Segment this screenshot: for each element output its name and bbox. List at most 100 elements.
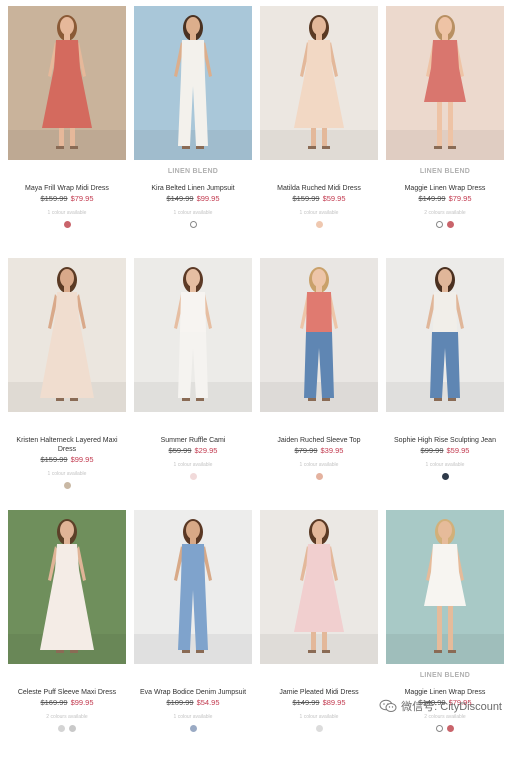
product-card[interactable]: Celeste Puff Sleeve Maxi Dress $169.99 $99… [8,510,126,762]
product-name[interactable]: Jamie Pleated Midi Dress [260,688,378,697]
original-price: $149.99 [292,698,320,707]
colour-availability: 1 colour available [47,471,87,477]
product-image[interactable] [260,258,378,412]
product-grid: Maya Frill Wrap Midi Dress $159.99 $79.95 1… [8,6,510,762]
colour-swatch[interactable] [315,725,323,732]
product-image[interactable] [260,510,378,664]
colour-swatches [386,221,504,229]
colour-swatch[interactable] [189,221,197,228]
product-card[interactable]: LINEN BLEND Kira Belted Linen Jumpsuit $14… [134,6,252,258]
colour-swatches [260,473,378,481]
sale-price: $54.95 [196,698,220,707]
colour-swatch[interactable] [447,725,454,732]
product-name[interactable]: Maggie Linen Wrap Dress [386,184,504,193]
product-card[interactable]: LINEN BLEND Maggie Linen Wrap Dress $149.9… [386,6,504,258]
product-prices: $159.99 $99.95 [8,455,126,465]
colour-swatch[interactable] [315,221,323,228]
original-price: $149.99 [418,194,446,203]
colour-swatch[interactable] [63,221,71,228]
colour-swatches [134,725,252,733]
product-image[interactable] [134,6,252,160]
wechat-watermark: 微信号: CityDiscount [379,697,502,715]
product-image[interactable] [134,258,252,412]
product-photo [386,6,504,160]
original-price: $159.99 [292,194,320,203]
product-card[interactable]: LINEN BLEND Maggie Linen Wrap Dress $149.9… [386,510,504,762]
original-price: $169.99 [40,698,68,707]
original-price: $99.99 [420,446,444,455]
sale-price: $99.95 [70,698,94,707]
product-prices: $109.99 $54.95 [134,698,252,708]
wechat-icon [379,699,397,712]
product-card[interactable]: Kristen Halterneck Layered Maxi Dress $15… [8,258,126,510]
product-prices: $149.99 $79.95 [386,194,504,204]
colour-availability: 1 colour available [299,714,339,720]
product-image[interactable] [8,6,126,160]
product-info: Celeste Puff Sleeve Maxi Dress $169.99 $99… [8,664,126,733]
product-photo [260,510,378,664]
product-info: Jaiden Ruched Sleeve Top $79.99 $39.95 1 co… [260,412,378,481]
product-name[interactable]: Sophie High Rise Sculpting Jean [386,436,504,445]
product-prices: $149.99 $89.95 [260,698,378,708]
product-info: Summer Ruffle Cami $59.99 $29.95 1 colour a… [134,412,252,481]
product-info: LINEN BLEND Kira Belted Linen Jumpsuit $14… [134,160,252,229]
product-name[interactable]: Celeste Puff Sleeve Maxi Dress [8,688,126,697]
colour-swatches [386,473,504,481]
product-badge: LINEN BLEND [419,672,471,679]
product-card[interactable]: Jamie Pleated Midi Dress $149.99 $89.95 1 c… [260,510,378,762]
product-card[interactable]: Jaiden Ruched Sleeve Top $79.99 $39.95 1 co… [260,258,378,510]
sale-price: $59.95 [322,194,346,203]
product-name[interactable]: Eva Wrap Bodice Denim Jumpsuit [134,688,252,697]
colour-swatch[interactable] [69,725,76,732]
product-info: Kristen Halterneck Layered Maxi Dress $15… [8,412,126,490]
colour-swatch[interactable] [436,221,443,228]
product-info: LINEN BLEND Maggie Linen Wrap Dress $149.9… [386,160,504,229]
product-card[interactable]: Matilda Ruched Midi Dress $159.99 $59.95 1 … [260,6,378,258]
colour-swatch[interactable] [189,725,197,732]
product-card[interactable]: Maya Frill Wrap Midi Dress $159.99 $79.95 1… [8,6,126,258]
product-name[interactable]: Matilda Ruched Midi Dress [260,184,378,193]
product-name[interactable]: Jaiden Ruched Sleeve Top [260,436,378,445]
colour-availability: 2 colours available [424,210,466,216]
product-prices: $169.99 $99.95 [8,698,126,708]
colour-swatch[interactable] [447,221,454,228]
product-name[interactable]: Kira Belted Linen Jumpsuit [134,184,252,193]
product-name[interactable]: Maya Frill Wrap Midi Dress [8,184,126,193]
colour-swatch[interactable] [63,482,71,489]
product-image[interactable] [8,510,126,664]
product-prices: $159.99 $59.95 [260,194,378,204]
product-card[interactable]: Eva Wrap Bodice Denim Jumpsuit $109.99 $54… [134,510,252,762]
colour-swatch[interactable] [436,725,443,732]
product-photo [260,6,378,160]
sale-price: $99.95 [70,455,94,464]
colour-swatch[interactable] [315,473,323,480]
colour-swatch[interactable] [58,725,65,732]
colour-swatches [8,725,126,733]
colour-availability: 1 colour available [299,462,339,468]
product-card[interactable]: Sophie High Rise Sculpting Jean $99.99 $59… [386,258,504,510]
product-name[interactable]: Maggie Linen Wrap Dress [386,688,504,697]
sale-price: $59.95 [446,446,470,455]
product-info: Eva Wrap Bodice Denim Jumpsuit $109.99 $54… [134,664,252,733]
product-name[interactable]: Kristen Halterneck Layered Maxi Dress [8,436,126,454]
product-info: Sophie High Rise Sculpting Jean $99.99 $59… [386,412,504,481]
product-photo [134,510,252,664]
product-prices: $149.99 $99.95 [134,194,252,204]
original-price: $159.99 [40,194,68,203]
product-badge: LINEN BLEND [419,168,471,175]
product-image[interactable] [260,6,378,160]
original-price: $149.99 [166,194,194,203]
product-image[interactable] [386,258,504,412]
original-price: $159.99 [40,455,68,464]
colour-swatch[interactable] [189,473,197,480]
product-card[interactable]: Summer Ruffle Cami $59.99 $29.95 1 colour a… [134,258,252,510]
colour-availability: 1 colour available [173,714,213,720]
sale-price: $89.95 [322,698,346,707]
product-name[interactable]: Summer Ruffle Cami [134,436,252,445]
product-image[interactable] [386,510,504,664]
product-image[interactable] [386,6,504,160]
product-photo [134,258,252,412]
product-image[interactable] [8,258,126,412]
product-image[interactable] [134,510,252,664]
colour-swatch[interactable] [441,473,449,480]
